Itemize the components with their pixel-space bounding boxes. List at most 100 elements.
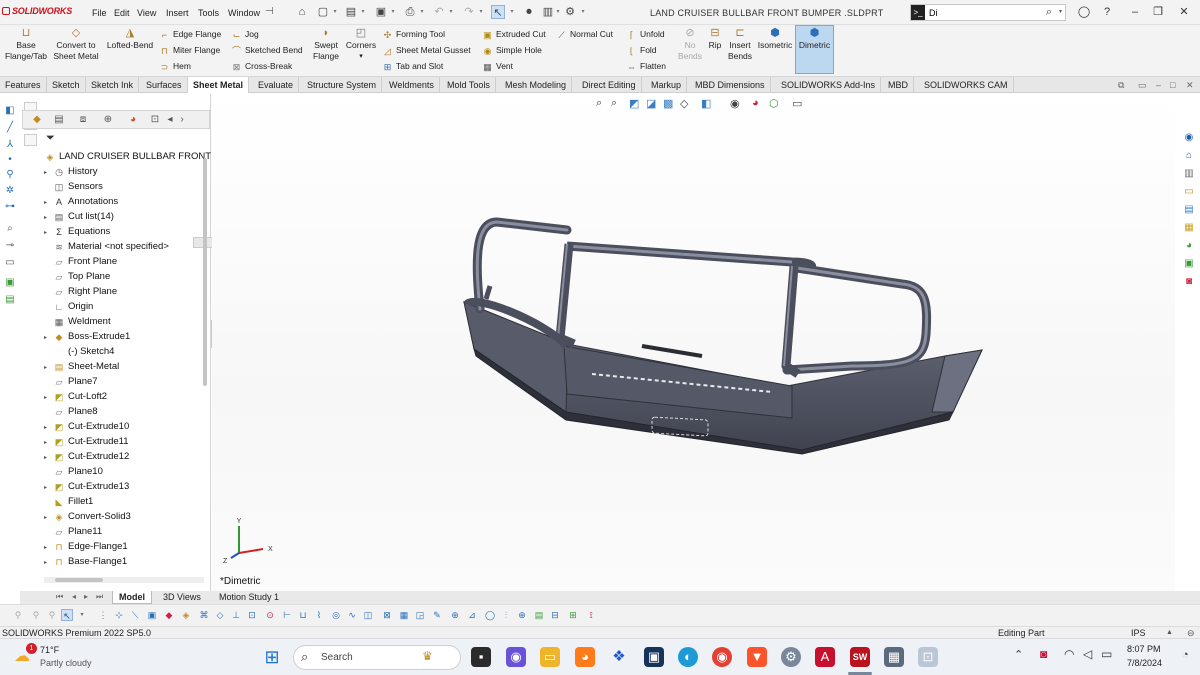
routing-icon[interactable]: ⊞ bbox=[567, 609, 579, 621]
sketched-bend-button[interactable]: ⌒ Sketched Bend bbox=[231, 43, 303, 57]
edge-flange-button[interactable]: ⌐ Edge Flange bbox=[159, 27, 221, 41]
display-icon[interactable]: ▭ bbox=[3, 256, 17, 270]
select-dropdown-icon[interactable]: ▾ bbox=[509, 5, 515, 19]
normal-cut-button[interactable]: ⟋ Normal Cut bbox=[556, 27, 613, 41]
axis-select-icon[interactable]: ⊥ bbox=[230, 609, 242, 621]
sheet-metal-gusset-button[interactable]: ◿ Sheet Metal Gusset bbox=[382, 43, 471, 57]
print-icon[interactable]: ⎙ bbox=[403, 5, 417, 19]
tree-item[interactable]: ▸ ◩ Cut-Extrude12 bbox=[44, 449, 129, 464]
note-select-icon[interactable]: ✎ bbox=[431, 609, 443, 621]
tree-item[interactable]: ▸ ▤ Cut list(14) bbox=[44, 209, 114, 224]
miter-flange-button[interactable]: ⊓ Miter Flange bbox=[159, 43, 221, 57]
close-icon[interactable]: ✕ bbox=[1177, 5, 1191, 19]
command-search[interactable]: >_ ⌕ ▾ bbox=[910, 4, 1066, 21]
flatten-button[interactable]: ⇔ Flatten bbox=[626, 59, 666, 73]
tab-mold-tools[interactable]: Mold Tools bbox=[442, 77, 496, 93]
dimension-select-icon[interactable]: ⊢ bbox=[281, 609, 293, 621]
filter-vertices-icon[interactable]: ⚲ bbox=[12, 609, 24, 621]
chrome-icon[interactable]: ◉ bbox=[712, 647, 732, 667]
vent-button[interactable]: ▦ Vent bbox=[482, 59, 546, 73]
tab-sketch[interactable]: Sketch bbox=[47, 77, 86, 93]
solidworks-resources-icon[interactable]: ◉ bbox=[1182, 131, 1196, 145]
tree-item[interactable]: ◣ Fillet1 bbox=[44, 494, 94, 509]
rebuild-icon[interactable]: ⏺ bbox=[522, 5, 536, 19]
menu-view[interactable]: View bbox=[137, 8, 156, 18]
hole-select-icon[interactable]: ◎ bbox=[330, 609, 342, 621]
open-dropdown-icon[interactable]: ▾ bbox=[360, 5, 366, 19]
view-palette-icon[interactable]: ▤ bbox=[1182, 203, 1196, 217]
revision-icon[interactable]: ⊟ bbox=[549, 609, 561, 621]
tree-item[interactable]: ▦ Weldment bbox=[44, 314, 111, 329]
file-properties-dropdown-icon[interactable]: ▾ bbox=[555, 5, 561, 19]
windows-start-icon[interactable]: ⊞ bbox=[262, 647, 282, 667]
tab-sheet-metal[interactable]: Sheet Metal bbox=[188, 77, 250, 93]
annotation-select-icon[interactable]: ⊙ bbox=[264, 609, 276, 621]
tab-markup[interactable]: Markup bbox=[646, 77, 688, 93]
tab-3d-views[interactable]: 3D Views bbox=[157, 591, 207, 604]
rip-button[interactable]: ⊟ Rip bbox=[706, 27, 724, 51]
tree-item[interactable]: ▱ Plane11 bbox=[44, 524, 103, 539]
tab-weldments[interactable]: Weldments bbox=[384, 77, 440, 93]
undo-icon[interactable]: ↶ bbox=[432, 5, 446, 19]
propertymanager-tab-icon[interactable]: ▤ bbox=[49, 113, 69, 127]
tab-mbd-dimensions[interactable]: MBD Dimensions bbox=[690, 77, 771, 93]
cosmetic-thread-icon[interactable]: ⫶ bbox=[500, 609, 512, 621]
home-icon[interactable]: ⌂ bbox=[295, 5, 309, 19]
tab-sketch-ink[interactable]: Sketch Ink bbox=[86, 77, 140, 93]
new-dropdown-icon[interactable]: ▾ bbox=[332, 5, 338, 19]
menu-insert[interactable]: Insert bbox=[166, 8, 189, 18]
tab-scroll-first-icon[interactable]: ⏮ bbox=[56, 592, 63, 602]
insert-bends-button[interactable]: ⊏ Insert Bends bbox=[726, 27, 754, 62]
jog-button[interactable]: ⌙ Jog bbox=[231, 27, 303, 41]
search-input[interactable] bbox=[929, 6, 1039, 19]
feature-select-icon[interactable]: ◆ bbox=[163, 609, 175, 621]
filter-icon[interactable]: ⏷ bbox=[46, 132, 55, 145]
new-document-icon[interactable]: ▢ bbox=[316, 5, 330, 19]
simple-hole-button[interactable]: ◉ Simple Hole bbox=[482, 43, 546, 57]
point-icon[interactable]: • bbox=[3, 153, 17, 167]
block-select-icon[interactable]: ◲ bbox=[414, 609, 426, 621]
point-select-icon[interactable]: ⊡ bbox=[246, 609, 258, 621]
options-gear-icon[interactable]: ⚙ bbox=[563, 5, 577, 19]
undo-dropdown-icon[interactable]: ▾ bbox=[448, 5, 454, 19]
datum-select-icon[interactable]: ⊿ bbox=[466, 609, 478, 621]
sketch-select-icon[interactable]: ⌘ bbox=[198, 609, 210, 621]
tree-item[interactable]: ▱ Right Plane bbox=[44, 284, 118, 299]
clock-date[interactable]: 7/8/2024 bbox=[1127, 658, 1162, 668]
app-icon[interactable]: ▣ bbox=[644, 647, 664, 667]
vertex-icon[interactable]: ⊹ bbox=[113, 609, 125, 621]
filter-faces-icon[interactable]: ⚲ bbox=[46, 609, 58, 621]
line-icon[interactable]: ╱ bbox=[3, 121, 17, 135]
tab-and-slot-button[interactable]: ⊞ Tab and Slot bbox=[382, 59, 471, 73]
search-dropdown-icon[interactable]: ▾ bbox=[1059, 8, 1062, 15]
task-view-icon[interactable]: ▪ bbox=[471, 647, 491, 667]
filter-clear-icon[interactable]: ⟟ bbox=[585, 609, 597, 621]
center-mark-icon[interactable]: ⊕ bbox=[516, 609, 528, 621]
design-library-icon[interactable]: ⌂ bbox=[1182, 149, 1196, 163]
forming-tool-button[interactable]: ✣ Forming Tool bbox=[382, 27, 471, 41]
display-manager-tab-icon[interactable]: ◕ bbox=[123, 113, 143, 127]
tree-item[interactable]: ▸ Σ Equations bbox=[44, 224, 110, 239]
close-doc-icon[interactable]: ✕ bbox=[1186, 80, 1194, 91]
body-select-icon[interactable]: ◈ bbox=[180, 609, 192, 621]
tree-item[interactable]: ▱ Front Plane bbox=[44, 254, 118, 269]
symbol-select-icon[interactable]: ⊠ bbox=[381, 609, 393, 621]
configuration-tab-icon[interactable]: ⧈ bbox=[73, 113, 93, 127]
restore-doc-icon[interactable]: ▭ bbox=[1138, 80, 1147, 91]
edge-browser-icon[interactable]: ◐ bbox=[678, 647, 698, 667]
tree-root[interactable]: ◈ LAND CRUISER BULLBAR FRONT E bbox=[44, 149, 220, 164]
minimize-icon[interactable]: – bbox=[1128, 5, 1142, 19]
tree-horizontal-scrollbar[interactable] bbox=[55, 578, 103, 582]
cross-break-button[interactable]: ⊠ Cross-Break bbox=[231, 59, 303, 73]
tree-item[interactable]: ▸ ▤ Sheet-Metal bbox=[44, 359, 119, 374]
adobe-acrobat-icon[interactable]: A bbox=[815, 647, 835, 667]
reference-icon[interactable]: ⚲ bbox=[3, 168, 17, 182]
tree-item[interactable]: ≋ Material <not specified> bbox=[44, 239, 169, 254]
calculator-icon[interactable]: ▦ bbox=[884, 647, 904, 667]
tab-scroll-prev-icon[interactable]: ◂ bbox=[72, 592, 76, 601]
dropbox-icon[interactable]: ❖ bbox=[609, 647, 629, 667]
tree-item[interactable]: ▱ Plane7 bbox=[44, 374, 98, 389]
restore-icon[interactable]: ❐ bbox=[1151, 5, 1165, 19]
isometric-button[interactable]: ⬢ Isometric bbox=[756, 27, 794, 51]
gtol-select-icon[interactable]: ⊕ bbox=[449, 609, 461, 621]
